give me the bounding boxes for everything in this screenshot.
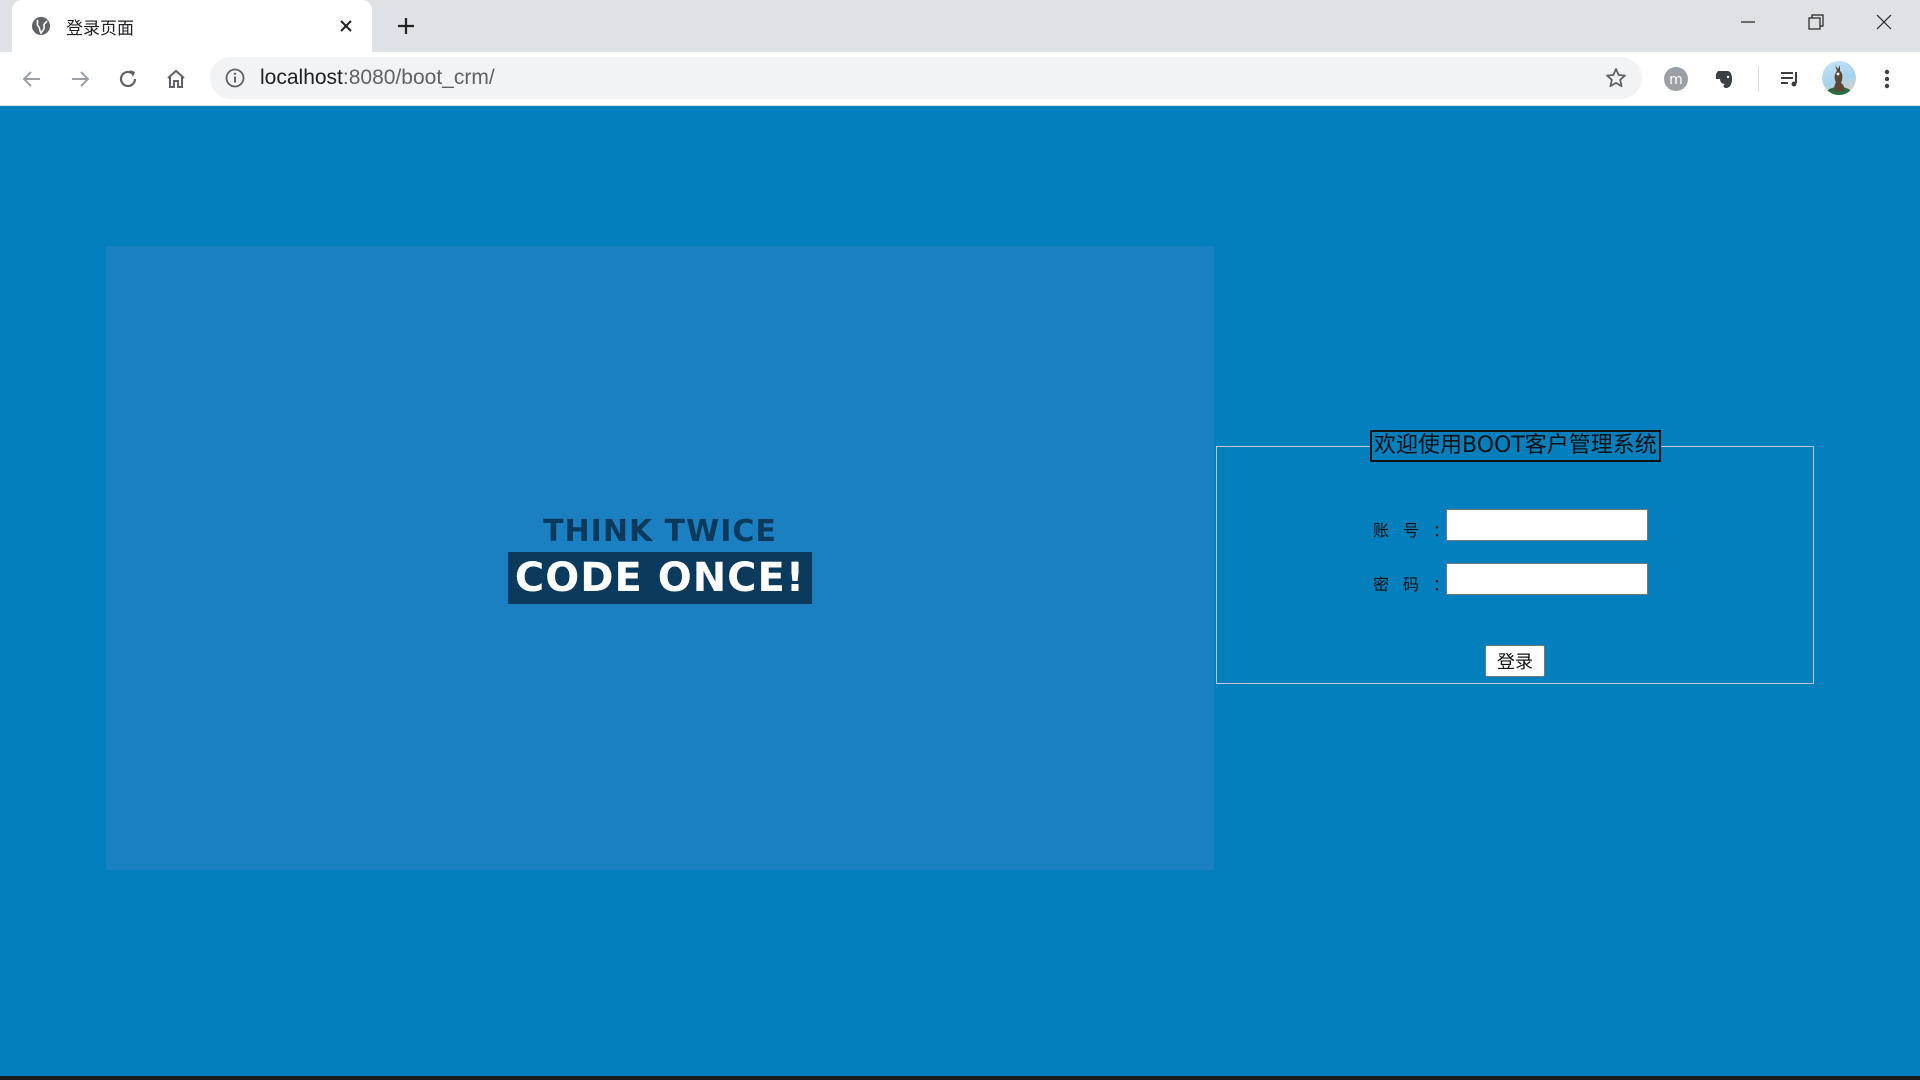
account-input[interactable] bbox=[1446, 509, 1648, 541]
arrow-right-icon[interactable] bbox=[63, 62, 97, 96]
star-icon[interactable] bbox=[1604, 66, 1628, 90]
info-icon[interactable] bbox=[224, 67, 246, 89]
reload-icon[interactable] bbox=[111, 62, 145, 96]
new-tab-button[interactable] bbox=[392, 12, 420, 40]
slogan-box: CODE ONCE! bbox=[508, 552, 812, 604]
tab-title: 登录页面 bbox=[66, 18, 134, 39]
minimize-window-icon[interactable] bbox=[1714, 0, 1782, 44]
login-button[interactable]: 登录 bbox=[1485, 645, 1545, 677]
login-legend: 欢迎使用BOOT客户管理系统 bbox=[1370, 430, 1661, 462]
svg-text:m: m bbox=[1669, 72, 1683, 88]
url-host: localhost bbox=[260, 66, 343, 89]
window-bottom-edge bbox=[0, 1076, 1920, 1080]
home-icon[interactable] bbox=[159, 62, 193, 96]
address-bar[interactable]: localhost:8080/boot_crm/ bbox=[210, 57, 1642, 99]
evernote-icon[interactable] bbox=[1707, 62, 1741, 96]
url-path: :8080/boot_crm/ bbox=[342, 66, 495, 89]
kebab-menu-icon[interactable] bbox=[1870, 62, 1904, 96]
login-form: 欢迎使用BOOT客户管理系统 账号： 密码： 登录 bbox=[1216, 430, 1814, 684]
browser-tab[interactable]: 登录页面 bbox=[12, 0, 372, 52]
tab-close-icon[interactable] bbox=[334, 14, 358, 38]
address-url[interactable]: localhost:8080/boot_crm/ bbox=[260, 66, 495, 90]
restore-window-icon[interactable] bbox=[1782, 0, 1850, 44]
page-content: THINK TWICE CODE ONCE! 欢迎使用BOOT客户管理系统 账号… bbox=[0, 106, 1920, 1080]
slogan-banner: THINK TWICE CODE ONCE! bbox=[106, 246, 1214, 870]
slogan-line-1: THINK TWICE bbox=[543, 514, 777, 549]
slogan-line-2: CODE ONCE! bbox=[514, 555, 806, 601]
playlist-icon[interactable] bbox=[1773, 62, 1807, 96]
avatar[interactable] bbox=[1822, 61, 1856, 95]
m-circle-icon[interactable]: m bbox=[1659, 62, 1693, 96]
browser-tabstrip: 登录页面 bbox=[0, 0, 1920, 52]
globe-icon bbox=[30, 15, 52, 37]
toolbar-divider bbox=[1758, 66, 1759, 92]
browser-toolbar: localhost:8080/boot_crm/ m bbox=[0, 52, 1920, 106]
password-input[interactable] bbox=[1446, 563, 1648, 595]
close-window-icon[interactable] bbox=[1850, 0, 1918, 44]
arrow-left-icon[interactable] bbox=[15, 62, 49, 96]
